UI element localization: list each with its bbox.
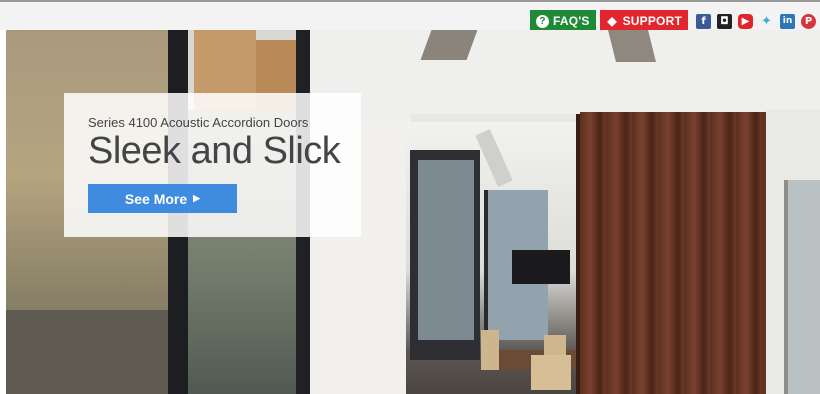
hero-scene-chair [481, 330, 499, 370]
hero-subtitle: Series 4100 Acoustic Accordion Doors [88, 115, 309, 130]
faq-label: FAQ'S [553, 14, 590, 28]
hero-scene-room-window-pane [418, 160, 474, 340]
support-label: SUPPORT [622, 14, 682, 28]
hero-scene-street [6, 310, 176, 394]
hero-scene-accordion-door [580, 112, 766, 394]
support-button[interactable]: ◆ SUPPORT [599, 10, 688, 32]
hero-headline: Sleek and Slick [88, 130, 341, 172]
hero-scene-glass [784, 180, 820, 394]
see-more-button[interactable]: See More ▶ [88, 184, 237, 213]
caret-right-icon: ▶ [193, 193, 201, 203]
twitter-icon[interactable]: ✦ [759, 14, 774, 29]
top-actions: ? FAQ'S ◆ SUPPORT f ◘ ▶ ✦ in P [530, 10, 816, 32]
hero-caption-panel: Series 4100 Acoustic Accordion Doors Sle… [64, 93, 361, 237]
top-bar: ? FAQ'S ◆ SUPPORT f ◘ ▶ ✦ in P [0, 0, 820, 32]
hero-scene-tv [512, 250, 570, 284]
instagram-icon[interactable]: ◘ [717, 13, 732, 29]
hero-scene-chair [531, 355, 571, 390]
tag-icon: ◆ [607, 14, 617, 28]
pinterest-icon[interactable]: P [801, 13, 816, 29]
facebook-icon[interactable]: f [696, 13, 711, 29]
hero-scene-ceiling [310, 30, 820, 120]
youtube-icon[interactable]: ▶ [738, 13, 753, 29]
hero-scene-header [410, 114, 576, 122]
faq-button[interactable]: ? FAQ'S [530, 10, 596, 32]
hero-scene-light [608, 30, 656, 62]
linkedin-icon[interactable]: in [780, 13, 795, 29]
social-links: f ◘ ▶ ✦ in P [696, 13, 816, 29]
hero-scene-chair [544, 335, 566, 355]
question-circle-icon: ? [536, 14, 550, 28]
see-more-label: See More [124, 190, 188, 207]
